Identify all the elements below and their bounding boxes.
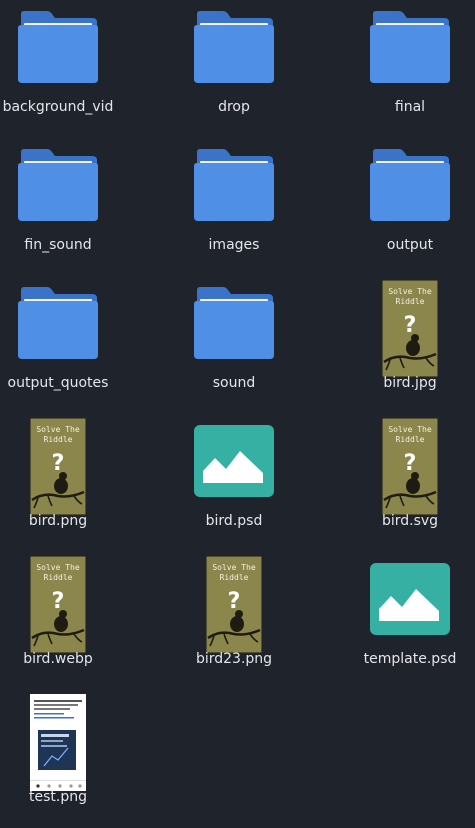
svg-text:Solve The: Solve The [212, 563, 256, 572]
file-item[interactable]: final [340, 8, 475, 138]
file-name-label: bird.jpg [383, 375, 437, 391]
file-name-label: bird.png [28, 513, 88, 529]
file-name-label: bird.webp [23, 651, 93, 667]
folder-icon [17, 148, 99, 222]
folder-icon [193, 148, 275, 222]
file-name-label: output [386, 237, 434, 253]
svg-text:Solve The: Solve The [36, 563, 80, 572]
file-item[interactable]: template.psd [340, 560, 475, 690]
folder-icon [17, 10, 99, 84]
picture-icon [193, 424, 275, 498]
file-item[interactable]: background_vid [0, 8, 128, 138]
svg-text:Riddle: Riddle [44, 573, 73, 582]
image-thumbnail: Solve The Riddle ? [381, 279, 439, 378]
folder-icon [17, 286, 99, 360]
image-thumbnail: Solve The Riddle ? [205, 555, 263, 654]
file-name-label: bird.svg [381, 513, 439, 529]
svg-text:Riddle: Riddle [396, 297, 425, 306]
svg-text:Solve The: Solve The [388, 425, 432, 434]
folder-icon [193, 10, 275, 84]
file-item[interactable]: bird.psd [164, 422, 304, 552]
file-item[interactable]: images [164, 146, 304, 276]
file-item[interactable]: Solve The Riddle ? bird.jpg [340, 279, 475, 414]
file-item[interactable]: drop [164, 8, 304, 138]
file-name-label: background_vid [2, 99, 114, 115]
file-item[interactable]: fin_sound [0, 146, 128, 276]
file-name-label: fin_sound [24, 237, 92, 253]
file-item[interactable]: output [340, 146, 475, 276]
file-name-label: template.psd [363, 651, 457, 667]
folder-icon [193, 286, 275, 360]
file-grid: background_vid drop final fin_sound imag… [0, 0, 475, 821]
picture-icon [369, 562, 451, 636]
file-name-label: bird.psd [205, 513, 263, 529]
file-item[interactable]: test.png [0, 694, 128, 828]
svg-text:Riddle: Riddle [396, 435, 425, 444]
file-item[interactable]: sound [164, 284, 304, 414]
file-item[interactable]: Solve The Riddle ? bird.webp [0, 555, 128, 690]
screenshot-thumbnail [30, 694, 86, 791]
svg-text:Solve The: Solve The [36, 425, 80, 434]
image-thumbnail: Solve The Riddle ? [29, 555, 87, 654]
file-name-label: test.png [29, 789, 87, 805]
file-item[interactable]: output_quotes [0, 284, 128, 414]
file-item[interactable]: Solve The Riddle ? bird23.png [164, 555, 304, 690]
svg-text:Riddle: Riddle [220, 573, 249, 582]
svg-text:Riddle: Riddle [44, 435, 73, 444]
file-name-label: sound [212, 375, 256, 391]
svg-text:Solve The: Solve The [388, 287, 432, 296]
image-thumbnail: Solve The Riddle ? [381, 417, 439, 516]
file-item[interactable]: Solve The Riddle ? bird.svg [340, 417, 475, 552]
file-name-label: bird23.png [195, 651, 273, 667]
file-name-label: final [394, 99, 426, 115]
folder-icon [369, 148, 451, 222]
folder-icon [369, 10, 451, 84]
file-item[interactable]: Solve The Riddle ? bird.png [0, 417, 128, 552]
file-name-label: drop [218, 99, 250, 115]
file-name-label: output_quotes [7, 375, 109, 391]
file-name-label: images [208, 237, 260, 253]
image-thumbnail: Solve The Riddle ? [29, 417, 87, 516]
